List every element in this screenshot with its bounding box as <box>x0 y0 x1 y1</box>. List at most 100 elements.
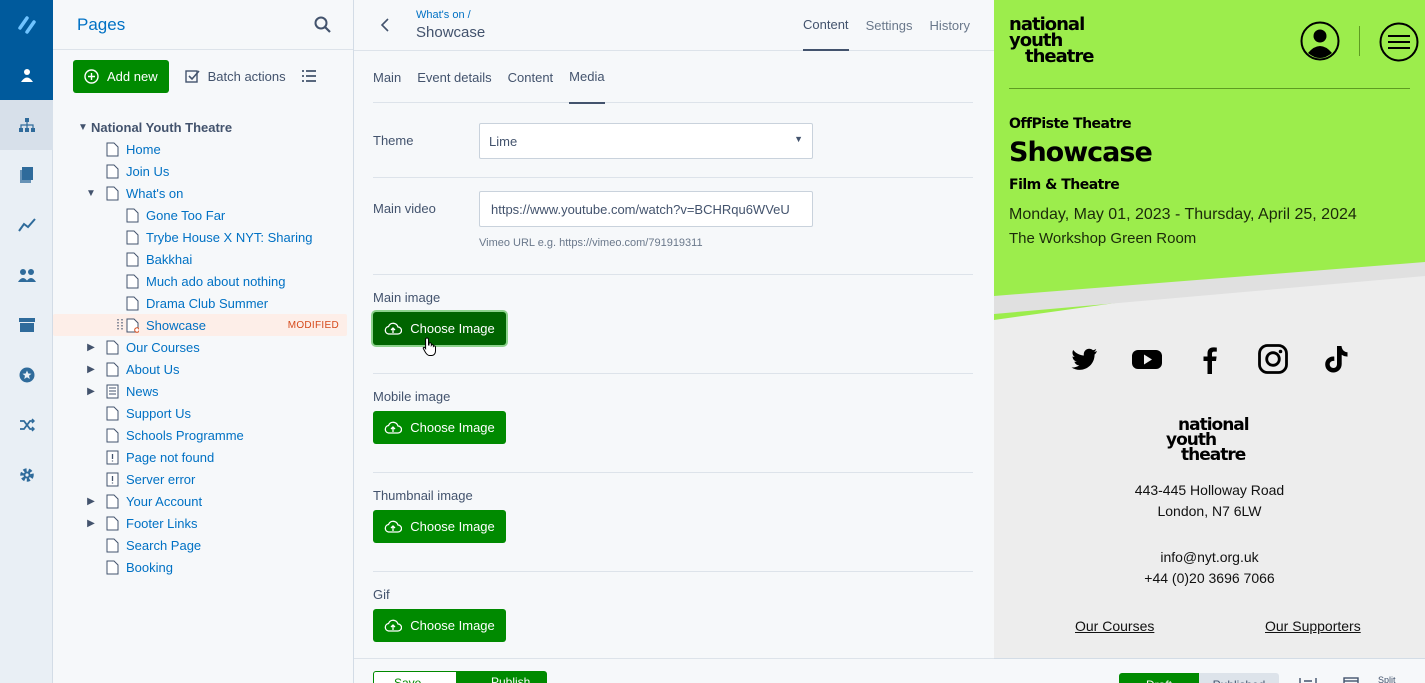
rail-members-icon[interactable] <box>0 250 53 300</box>
tree-root[interactable]: ▼ National Youth Theatre <box>53 116 353 138</box>
expanded-caret-icon[interactable]: ▼ <box>76 188 106 199</box>
page-icon <box>126 252 139 266</box>
rail-archive-icon[interactable] <box>0 300 53 350</box>
footer-link-our-courses[interactable]: Our Courses <box>1075 618 1154 634</box>
rail-redirects-icon[interactable] <box>0 400 53 450</box>
mobile-image-choose-button[interactable]: Choose Image <box>373 411 506 444</box>
tab-settings[interactable]: Settings <box>866 0 913 51</box>
tree-item-label: Schools Programme <box>126 427 244 443</box>
tree-item-label: About Us <box>126 361 180 377</box>
tree-item-footer-links[interactable]: ▶ Footer Links <box>53 512 353 534</box>
tree-item-server-error[interactable]: Server error <box>53 468 353 490</box>
page-title[interactable]: Showcase <box>416 24 485 41</box>
more-actions-button[interactable]: ... <box>564 675 575 683</box>
drag-handle-icon[interactable] <box>117 318 123 332</box>
tree-item-bakkhai[interactable]: Bakkhai <box>53 248 353 270</box>
event-title: Showcase <box>1009 137 1153 168</box>
rail-documents-icon[interactable] <box>0 150 53 200</box>
main-image-label: Main image <box>373 290 441 305</box>
thumbnail-image-choose-button[interactable]: Choose Image <box>373 510 506 543</box>
add-new-button[interactable]: Add new <box>73 59 169 93</box>
tab-history[interactable]: History <box>930 0 970 51</box>
device-width-icon[interactable] <box>1299 677 1317 683</box>
tiktok-icon[interactable] <box>1321 344 1351 374</box>
rail-favorites-icon[interactable] <box>0 350 53 400</box>
tree-item-much-ado[interactable]: Much ado about nothing <box>53 270 353 292</box>
tree-item-home[interactable]: Home <box>53 138 353 160</box>
checkbox-icon <box>184 70 200 83</box>
tree-item-label: Much ado about nothing <box>146 273 286 289</box>
main-image-choose-button[interactable]: Choose Image <box>373 312 506 345</box>
list-view-icon[interactable] <box>301 70 316 82</box>
rail-content-icon[interactable] <box>0 50 53 100</box>
tree-item-label: Server error <box>126 471 196 487</box>
collapsed-caret-icon[interactable]: ▶ <box>76 342 106 353</box>
tree-item-drama-club-summer[interactable]: Drama Club Summer <box>53 292 353 314</box>
menu-icon[interactable] <box>1379 22 1419 62</box>
tree-item-page-not-found[interactable]: Page not found <box>53 446 353 468</box>
tree-item-label: Gone Too Far <box>146 207 226 223</box>
facebook-icon[interactable] <box>1195 344 1225 374</box>
preview-toolbar: Draft Published Split <box>994 658 1425 683</box>
subtab-content[interactable]: Content <box>508 51 554 103</box>
footer-link-our-supporters[interactable]: Our Supporters <box>1265 618 1361 634</box>
subtab-main[interactable]: Main <box>373 51 401 103</box>
tree-item-showcase[interactable]: Showcase MODIFIED <box>53 314 347 336</box>
tree-item-whats-on[interactable]: ▼ What's on <box>53 182 353 204</box>
subtab-event-details[interactable]: Event details <box>417 51 491 103</box>
instagram-icon[interactable] <box>1258 344 1288 374</box>
tree-item-your-account[interactable]: ▶ Your Account <box>53 490 353 512</box>
batch-actions-button[interactable]: Batch actions <box>184 69 286 84</box>
footer-nyt-logo[interactable]: national youth theatre <box>1166 417 1250 464</box>
nyt-logo[interactable]: national youth theatre <box>1009 16 1094 66</box>
expanded-caret-icon[interactable]: ▼ <box>75 122 91 133</box>
cloud-upload-icon <box>384 619 403 632</box>
tree-item-our-courses[interactable]: ▶ Our Courses <box>53 336 353 358</box>
collapsed-caret-icon[interactable]: ▶ <box>76 364 106 375</box>
draft-toggle[interactable]: Draft <box>1119 673 1199 683</box>
umbraco-logo[interactable] <box>0 0 53 50</box>
breadcrumb[interactable]: What's on / <box>416 9 485 21</box>
collapsed-caret-icon[interactable]: ▶ <box>76 386 106 397</box>
published-toggle[interactable]: Published <box>1199 673 1279 683</box>
logo-icon <box>17 16 36 34</box>
publish-button[interactable]: Publish <box>457 671 547 683</box>
gif-choose-button[interactable]: Choose Image <box>373 609 506 642</box>
tree-item-search-page[interactable]: Search Page <box>53 534 353 556</box>
search-icon[interactable] <box>314 16 331 33</box>
collapsed-caret-icon[interactable]: ▶ <box>76 496 106 507</box>
tab-content[interactable]: Content <box>803 0 849 51</box>
contact-phone[interactable]: +44 (0)20 3696 7066 <box>994 568 1425 589</box>
site-preview: national youth theatre OffPiste Theatre … <box>994 0 1425 683</box>
split-label[interactable]: Split <box>1378 675 1396 683</box>
save-button[interactable]: Save <box>373 671 457 683</box>
tree-item-trybe-house[interactable]: Trybe House X NYT: Sharing <box>53 226 353 248</box>
choose-image-label: Choose Image <box>410 321 495 336</box>
mobile-image-label: Mobile image <box>373 389 451 404</box>
subtab-media[interactable]: Media <box>569 51 605 104</box>
tree-item-gone-too-far[interactable]: Gone Too Far <box>53 204 353 226</box>
tree-item-support-us[interactable]: Support Us <box>53 402 353 424</box>
choose-image-label: Choose Image <box>410 420 495 435</box>
page-icon <box>106 406 119 420</box>
user-account-icon[interactable] <box>1300 21 1340 61</box>
rail-settings-icon[interactable] <box>0 450 53 500</box>
youtube-icon[interactable] <box>1132 344 1162 374</box>
tree-item-label: Trybe House X NYT: Sharing <box>146 229 313 245</box>
tree-item-booking[interactable]: Booking <box>53 556 353 578</box>
tree-item-label: Booking <box>126 559 173 575</box>
rail-sitemap-icon[interactable] <box>0 100 53 150</box>
contact-email[interactable]: info@nyt.org.uk <box>994 547 1425 568</box>
collapsed-caret-icon[interactable]: ▶ <box>76 518 106 529</box>
tree-item-join-us[interactable]: Join Us <box>53 160 353 182</box>
tree-item-news[interactable]: ▶ News <box>53 380 353 402</box>
back-button[interactable] <box>354 17 416 33</box>
theme-select[interactable]: Lime ▼ <box>479 123 813 159</box>
split-view-icon[interactable] <box>1343 677 1359 683</box>
tree-item-schools-programme[interactable]: Schools Programme <box>53 424 353 446</box>
tree-item-about-us[interactable]: ▶ About Us <box>53 358 353 380</box>
error-page-icon <box>106 472 119 486</box>
main-video-input[interactable]: https://www.youtube.com/watch?v=BCHRqu6W… <box>479 191 813 227</box>
twitter-icon[interactable] <box>1069 344 1099 374</box>
rail-analytics-icon[interactable] <box>0 200 53 250</box>
